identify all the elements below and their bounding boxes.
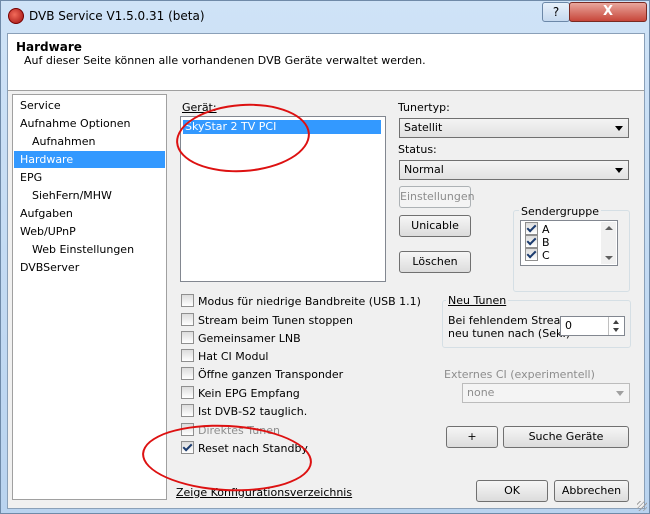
page-title: Hardware (16, 40, 82, 54)
nav-item-dvbserver[interactable]: DVBServer (14, 259, 165, 276)
retune-text-line2: neu tunen nach (Sek.) (448, 327, 571, 340)
checkbox[interactable] (525, 235, 538, 248)
dialog-client: Hardware Auf dieser Seite können alle vo… (7, 33, 645, 509)
option-label: Ist DVB-S2 tauglich. (198, 405, 308, 418)
option-label: Hat CI Modul (198, 350, 269, 363)
checkbox[interactable] (181, 313, 194, 326)
nav-item-web-einstellungen[interactable]: Web Einstellungen (14, 241, 165, 258)
option-label: Öffne ganzen Transponder (198, 368, 344, 381)
checkbox[interactable] (525, 248, 538, 261)
option-label: Stream beim Tunen stoppen (198, 314, 354, 327)
settings-nav: Service Aufnahme Optionen Aufnahmen Hard… (12, 94, 167, 500)
nav-item-aufnahmen[interactable]: Aufnahmen (14, 133, 165, 150)
nav-item-aufgaben[interactable]: Aufgaben (14, 205, 165, 222)
tuner-type-select[interactable]: Satellit (399, 118, 629, 138)
option-full-transponder[interactable]: Öffne ganzen Transponder (181, 367, 343, 382)
checkbox[interactable] (181, 294, 194, 307)
option-shared-lnb[interactable]: Gemeinsamer LNB (181, 331, 301, 346)
main-window: DVB Service V1.5.0.31 (beta) ? X Hardwar… (0, 0, 650, 514)
sender-group-label: Sendergruppe (519, 205, 602, 218)
option-label: Kein EPG Empfang (198, 387, 300, 400)
option-no-epg[interactable]: Kein EPG Empfang (181, 386, 300, 401)
chevron-down-icon (616, 391, 624, 396)
checkbox[interactable] (181, 367, 194, 380)
resize-grip-icon[interactable] (637, 501, 647, 511)
chevron-down-icon (615, 126, 623, 131)
nav-item-service[interactable]: Service (14, 97, 165, 114)
retune-group-label: Neu Tunen (446, 294, 509, 307)
option-label: Gemeinsamer LNB (198, 332, 301, 345)
search-devices-button[interactable]: Suche Geräte (503, 426, 629, 448)
option-dvb-s2[interactable]: Ist DVB-S2 tauglich. (181, 404, 307, 419)
chevron-down-icon (615, 168, 623, 173)
add-button[interactable]: + (446, 426, 498, 448)
external-ci-value: none (467, 386, 495, 399)
window-title: DVB Service V1.5.0.31 (beta) (29, 9, 205, 23)
status-select[interactable]: Normal (399, 160, 629, 180)
nav-item-aufnahme-optionen[interactable]: Aufnahme Optionen (14, 115, 165, 132)
sender-group-item-label: C (542, 249, 550, 262)
settings-button[interactable]: Einstellungen (399, 186, 475, 208)
external-ci-label: Externes CI (experimentell) (444, 368, 595, 381)
retune-seconds-value: 0 (565, 319, 572, 332)
title-bar[interactable]: DVB Service V1.5.0.31 (beta) ? X (1, 1, 649, 31)
sender-group-item-c[interactable]: C (525, 248, 550, 263)
app-icon (8, 8, 24, 24)
nav-item-siehfern-mhw[interactable]: SiehFern/MHW (14, 187, 165, 204)
delete-button[interactable]: Löschen (399, 251, 471, 273)
checkbox[interactable] (181, 404, 194, 417)
external-ci-select[interactable]: none (462, 383, 630, 403)
tuner-type-label: Tunertyp: (398, 101, 450, 114)
status-value: Normal (404, 163, 444, 176)
scroll-up-icon[interactable] (605, 226, 613, 230)
checkbox[interactable] (525, 222, 538, 235)
page-header: Hardware Auf dieser Seite können alle vo… (8, 34, 644, 91)
nav-item-epg[interactable]: EPG (14, 169, 165, 186)
option-low-bandwidth[interactable]: Modus für niedrige Bandbreite (USB 1.1) (181, 294, 421, 309)
checkbox[interactable] (181, 386, 194, 399)
increment-icon[interactable] (613, 320, 619, 324)
status-label: Status: (398, 143, 437, 156)
retune-text-line1: Bei fehlendem Stream (448, 314, 572, 327)
tuner-type-value: Satellit (404, 121, 443, 134)
close-button[interactable]: X (569, 2, 647, 22)
ok-button[interactable]: OK (476, 480, 548, 502)
option-stop-stream[interactable]: Stream beim Tunen stoppen (181, 313, 353, 328)
unicable-button[interactable]: Unicable (399, 215, 471, 237)
help-button[interactable]: ? (542, 2, 570, 22)
option-ci-module[interactable]: Hat CI Modul (181, 349, 268, 364)
cancel-button[interactable]: Abbrechen (554, 480, 629, 502)
nav-item-hardware[interactable]: Hardware (14, 151, 165, 168)
decrement-icon[interactable] (613, 328, 619, 332)
nav-item-web-upnp[interactable]: Web/UPnP (14, 223, 165, 240)
checkbox[interactable] (181, 331, 194, 344)
stepper-buttons[interactable] (608, 317, 624, 335)
retune-seconds-stepper[interactable]: 0 (560, 316, 625, 336)
scroll-down-icon[interactable] (605, 256, 613, 260)
page-description: Auf dieser Seite können alle vorhandenen… (24, 54, 426, 67)
option-label: Modus für niedrige Bandbreite (USB 1.1) (198, 295, 421, 308)
sender-group-list[interactable]: A B C (520, 220, 618, 266)
checkbox[interactable] (181, 349, 194, 362)
sender-group-scrollbar[interactable] (601, 222, 616, 264)
